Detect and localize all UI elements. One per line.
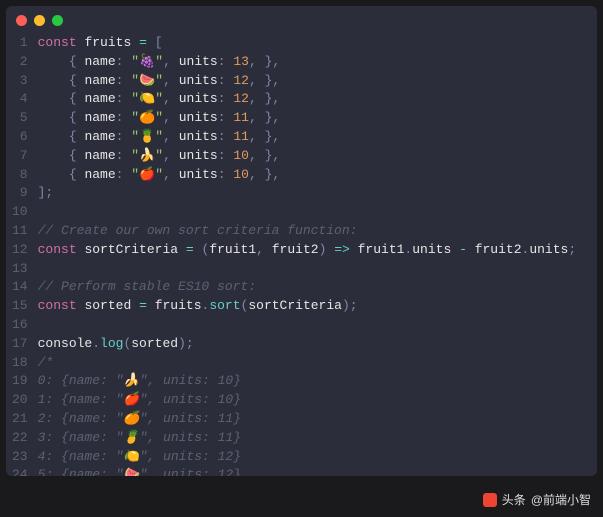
code-line: { name: "🍌", units: 10, }, <box>38 147 577 166</box>
line-number: 5 <box>12 109 28 128</box>
line-number-gutter: 1234567891011121314151617181920212223242… <box>6 34 38 476</box>
line-number: 21 <box>12 410 28 429</box>
line-number: 9 <box>12 184 28 203</box>
line-number: 14 <box>12 278 28 297</box>
code-area: 1234567891011121314151617181920212223242… <box>6 34 597 476</box>
line-number: 22 <box>12 429 28 448</box>
line-number: 11 <box>12 222 28 241</box>
watermark: 头条 @前端小智 <box>483 492 591 509</box>
minimize-icon[interactable] <box>34 15 45 26</box>
maximize-icon[interactable] <box>52 15 63 26</box>
line-number: 6 <box>12 128 28 147</box>
code-line: // Perform stable ES10 sort: <box>38 278 577 297</box>
line-number: 15 <box>12 297 28 316</box>
code-line: { name: "🍋", units: 12, }, <box>38 90 577 109</box>
window-titlebar <box>6 6 597 34</box>
code-line: { name: "🍎", units: 10, }, <box>38 166 577 185</box>
close-icon[interactable] <box>16 15 27 26</box>
line-number: 18 <box>12 354 28 373</box>
code-line: { name: "🍉", units: 12, }, <box>38 72 577 91</box>
code-editor: 1234567891011121314151617181920212223242… <box>6 6 597 476</box>
line-number: 8 <box>12 166 28 185</box>
code-line: console.log(sorted); <box>38 335 577 354</box>
code-line <box>38 203 577 222</box>
line-number: 23 <box>12 448 28 467</box>
line-number: 7 <box>12 147 28 166</box>
line-number: 4 <box>12 90 28 109</box>
watermark-author: @前端小智 <box>531 492 591 509</box>
code-line: const sortCriteria = (fruit1, fruit2) =>… <box>38 241 577 260</box>
code-line <box>38 260 577 279</box>
code-line: 2: {name: "🍊", units: 11} <box>38 410 577 429</box>
line-number: 10 <box>12 203 28 222</box>
code-line: ]; <box>38 184 577 203</box>
code-line: { name: "🍇", units: 13, }, <box>38 53 577 72</box>
watermark-prefix: 头条 <box>502 492 526 509</box>
code-line: { name: "🍍", units: 11, }, <box>38 128 577 147</box>
line-number: 16 <box>12 316 28 335</box>
code-line: 5: {name: "🍉", units: 12} <box>38 466 577 476</box>
code-line: /* <box>38 354 577 373</box>
code-line <box>38 316 577 335</box>
line-number: 13 <box>12 260 28 279</box>
line-number: 20 <box>12 391 28 410</box>
code-line: 0: {name: "🍌", units: 10} <box>38 372 577 391</box>
code-line: 4: {name: "🍋", units: 12} <box>38 448 577 467</box>
line-number: 12 <box>12 241 28 260</box>
line-number: 24 <box>12 466 28 476</box>
code-line: // Create our own sort criteria function… <box>38 222 577 241</box>
line-number: 17 <box>12 335 28 354</box>
code-line: 1: {name: "🍎", units: 10} <box>38 391 577 410</box>
line-number: 3 <box>12 72 28 91</box>
line-number: 1 <box>12 34 28 53</box>
code-line: const sorted = fruits.sort(sortCriteria)… <box>38 297 577 316</box>
line-number: 2 <box>12 53 28 72</box>
line-number: 19 <box>12 372 28 391</box>
logo-icon <box>483 493 497 507</box>
code-line: const fruits = [ <box>38 34 577 53</box>
code-line: 3: {name: "🍍", units: 11} <box>38 429 577 448</box>
code-line: { name: "🍊", units: 11, }, <box>38 109 577 128</box>
code-content[interactable]: const fruits = [ { name: "🍇", units: 13,… <box>38 34 577 476</box>
